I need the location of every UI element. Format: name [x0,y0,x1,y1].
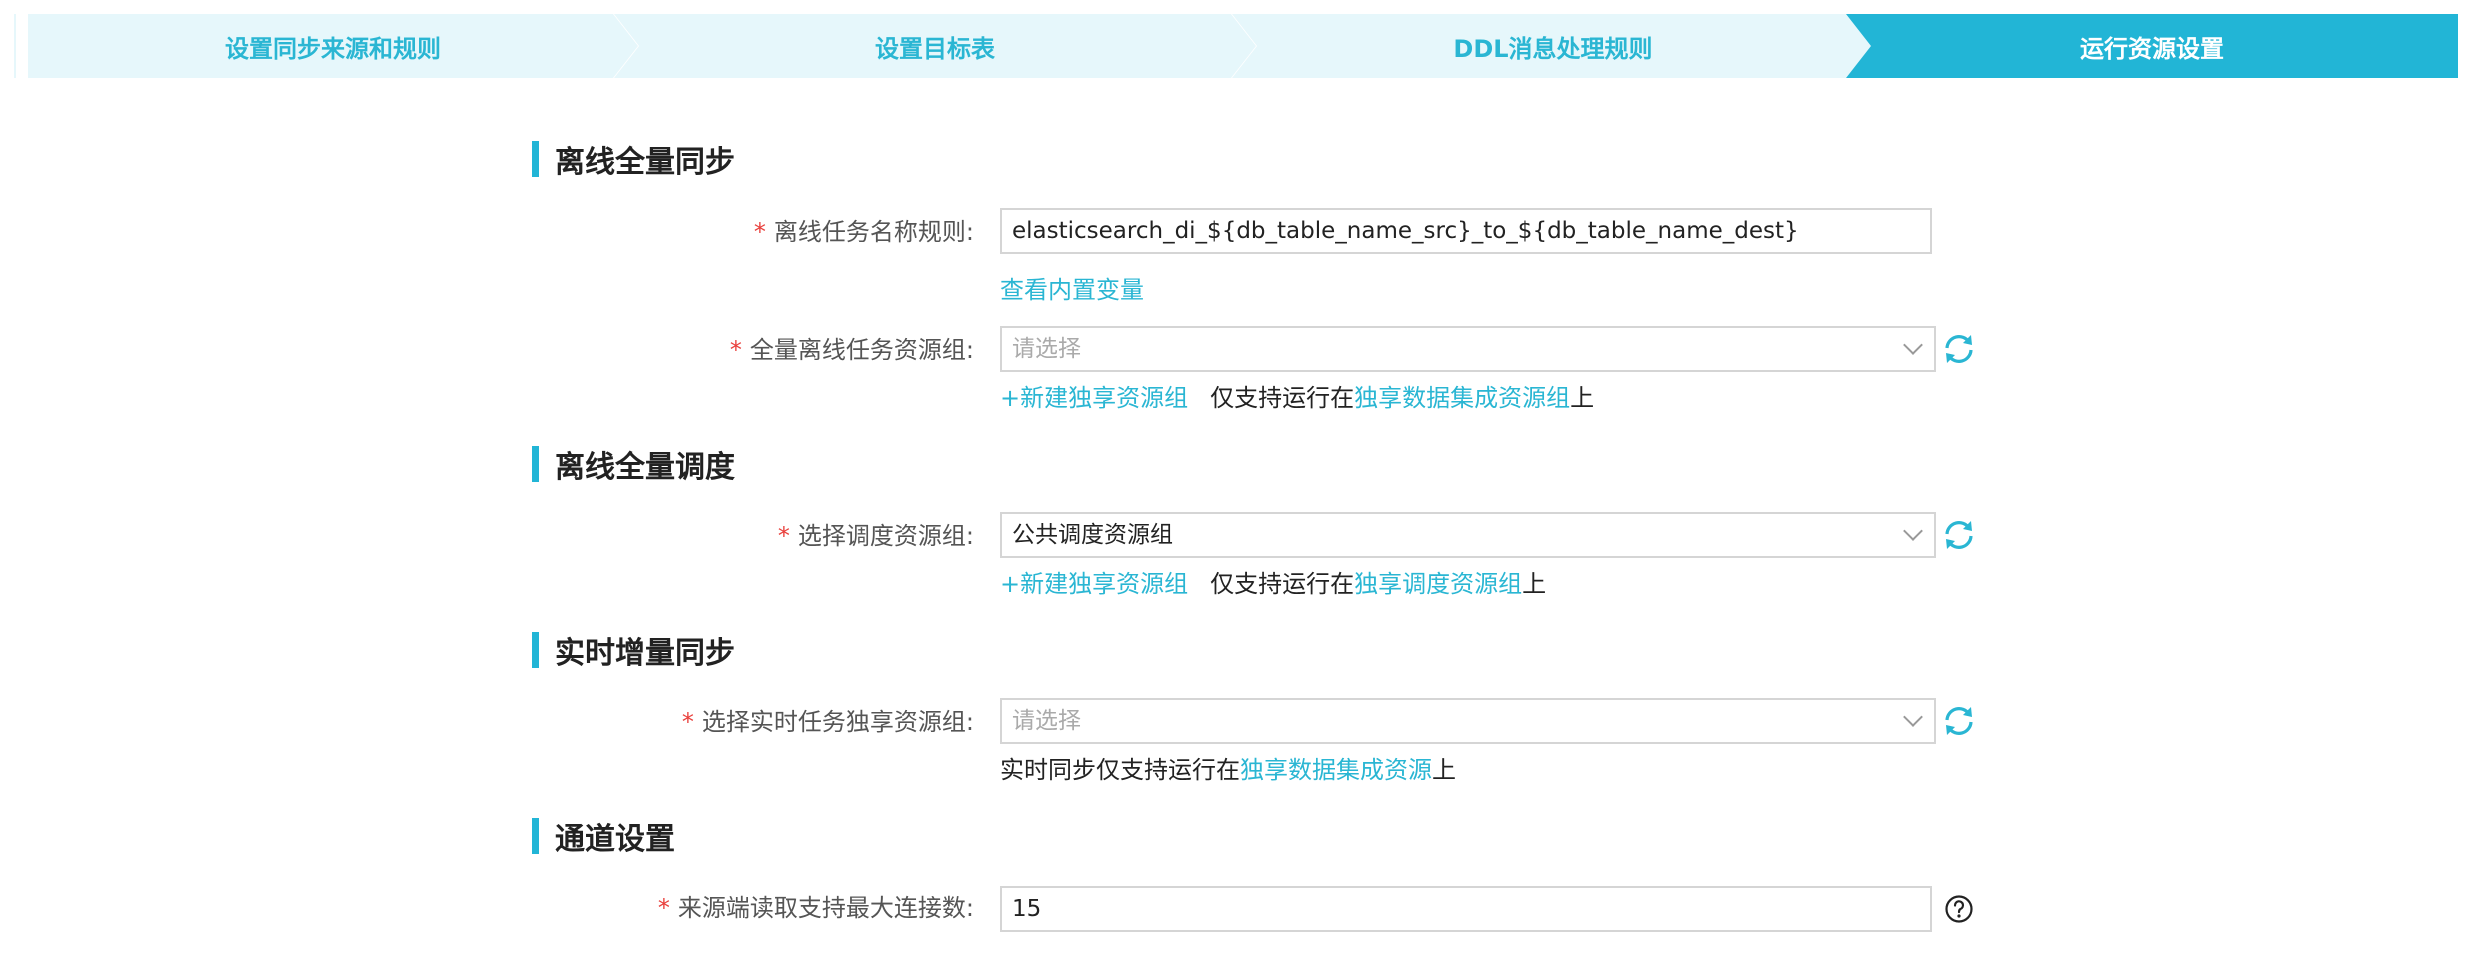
hint-prefix: 实时同步仅支持运行在 [1000,756,1240,784]
section-offline-schedule-title: 离线全量调度 [532,446,735,485]
section-accent-bar [532,141,539,177]
section-channel-title: 通道设置 [532,818,675,857]
select-placeholder: 请选择 [1012,708,1081,734]
required-mark: * [753,218,766,246]
view-builtin-vars-link[interactable]: 查看内置变量 [1000,276,1144,304]
section-accent-bar [532,632,539,668]
step-runtime-resources[interactable]: 运行资源设置 [1846,14,2458,78]
hint-suffix: 上 [1570,384,1595,412]
schedule-resource-group-label: * 选择调度资源组: [778,514,974,558]
step-label: 设置目标表 [875,34,995,63]
step-source-rules[interactable]: 设置同步来源和规则 [28,14,638,78]
stepper-edge [14,14,16,78]
exclusive-schedule-group-link[interactable]: 独享调度资源组 [1354,570,1522,598]
chevron-down-icon [1903,335,1923,355]
label-text: 离线任务名称规则: [773,218,974,246]
hint-prefix: 仅支持运行在 [1210,570,1355,598]
section-title-text: 通道设置 [555,822,675,857]
hint-suffix: 上 [1432,756,1456,784]
offline-resource-group-hint: +新建独享资源组 仅支持运行在独享数据集成资源组上 [1000,382,1594,414]
section-accent-bar [532,818,539,854]
required-mark: * [777,522,790,550]
label-text: 选择调度资源组: [797,522,974,550]
step-target-table[interactable]: 设置目标表 [614,14,1256,78]
chevron-down-icon [1903,521,1923,541]
refresh-icon[interactable] [1941,331,1977,367]
schedule-resource-group-hint: +新建独享资源组 仅支持运行在独享调度资源组上 [1000,568,1546,600]
section-accent-bar [532,446,539,482]
hint-suffix: 上 [1522,570,1547,598]
step-label: 运行资源设置 [2080,34,2224,63]
offline-resource-group-label: * 全量离线任务资源组: [730,328,974,372]
max-connections-label: * 来源端读取支持最大连接数: [658,886,974,930]
max-connections-input[interactable]: 15 [1000,886,1932,932]
realtime-resource-group-hint: 实时同步仅支持运行在独享数据集成资源上 [1000,754,1456,786]
section-title-text: 离线全量同步 [555,145,735,180]
question-circle-icon[interactable] [1944,894,1974,924]
section-realtime-sync-title: 实时增量同步 [532,632,735,671]
label-text: 来源端读取支持最大连接数: [677,894,974,922]
select-placeholder: 请选择 [1012,336,1081,362]
step-label: 设置同步来源和规则 [225,34,441,63]
step-ddl-rules[interactable]: DDL消息处理规则 [1232,14,1874,78]
exclusive-di-group-link[interactable]: 独享数据集成资源组 [1354,384,1570,412]
stepper: 设置同步来源和规则 设置目标表 DDL消息处理规则 运行资源设置 [28,14,2458,78]
refresh-icon[interactable] [1941,517,1977,553]
offline-resource-group-select[interactable]: 请选择 [1000,326,1936,372]
section-offline-sync-title: 离线全量同步 [532,141,735,180]
input-value: elasticsearch_di_${db_table_name_src}_to… [1012,218,1799,244]
exclusive-di-resource-link[interactable]: 独享数据集成资源 [1240,756,1432,784]
section-title-text: 离线全量调度 [555,450,735,485]
task-name-rule-input[interactable]: elasticsearch_di_${db_table_name_src}_to… [1000,208,1932,254]
required-mark: * [729,336,742,364]
hint-prefix: 仅支持运行在 [1210,384,1355,412]
chevron-down-icon [1903,707,1923,727]
section-title-text: 实时增量同步 [555,636,735,671]
task-name-rule-label: * 离线任务名称规则: [754,210,974,254]
new-exclusive-group-link[interactable]: +新建独享资源组 [1000,570,1188,598]
realtime-resource-group-label: * 选择实时任务独享资源组: [682,700,974,744]
new-exclusive-group-link[interactable]: +新建独享资源组 [1000,384,1188,412]
select-value: 公共调度资源组 [1012,522,1173,548]
required-mark: * [681,708,694,736]
input-value: 15 [1012,896,1042,922]
refresh-icon[interactable] [1941,703,1977,739]
step-label: DDL消息处理规则 [1453,34,1653,63]
label-text: 全量离线任务资源组: [749,336,974,364]
required-mark: * [657,894,670,922]
view-builtin-vars-row: 查看内置变量 [1000,274,1144,306]
label-text: 选择实时任务独享资源组: [701,708,974,736]
schedule-resource-group-select[interactable]: 公共调度资源组 [1000,512,1936,558]
realtime-resource-group-select[interactable]: 请选择 [1000,698,1936,744]
